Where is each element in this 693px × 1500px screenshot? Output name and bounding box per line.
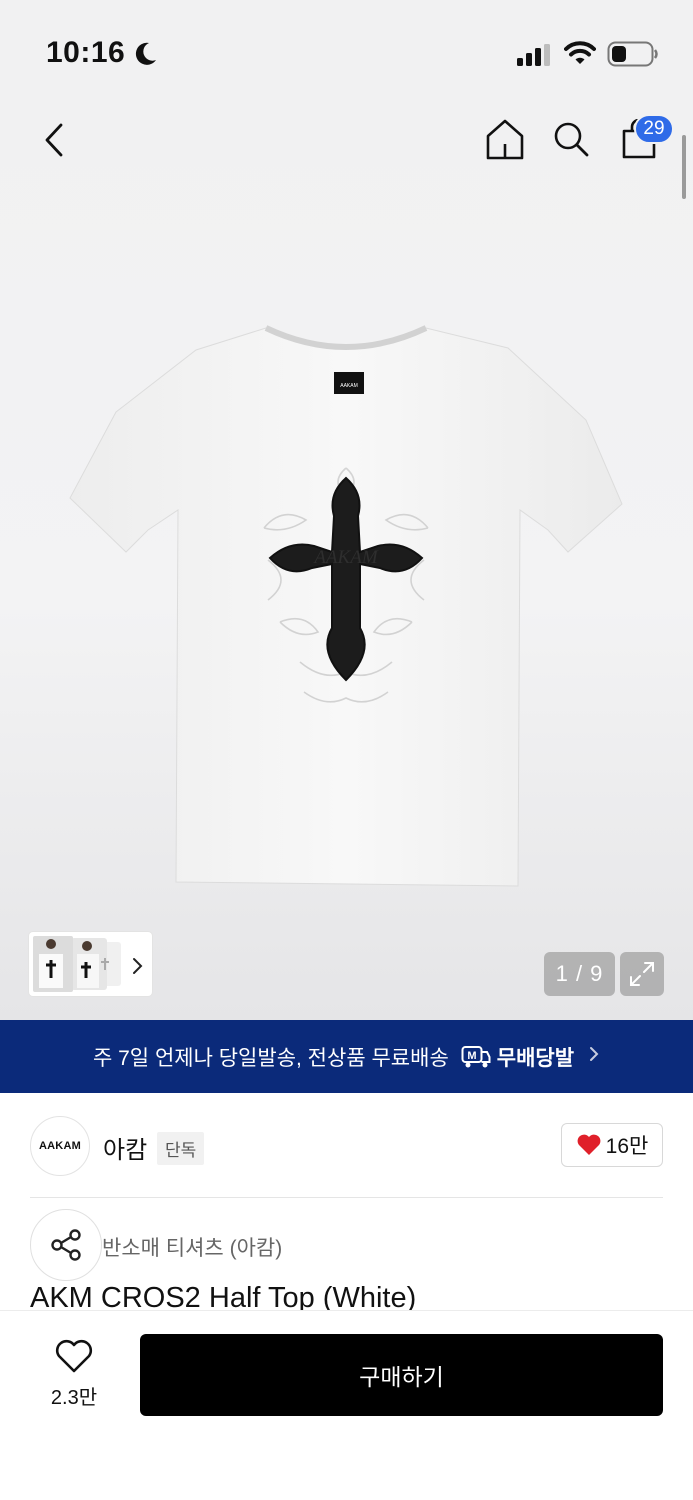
- search-button[interactable]: [548, 116, 594, 162]
- brand-name[interactable]: 아캄: [103, 1130, 147, 1165]
- status-time: 10:16: [46, 36, 126, 69]
- share-icon: [51, 1229, 81, 1261]
- print-text: AAKAM: [312, 547, 378, 568]
- heart-filled-icon: [577, 1134, 601, 1155]
- banner-logo: M 무배당발: [461, 1042, 574, 1072]
- divider: [30, 1197, 663, 1198]
- chevron-right-icon[interactable]: [130, 956, 146, 981]
- delivery-banner[interactable]: 주 7일 언제나 당일발송, 전상품 무료배송 M 무배당발: [0, 1020, 693, 1093]
- expand-icon: [630, 962, 654, 986]
- battery-icon: [607, 41, 659, 72]
- brand-row[interactable]: AAKAM 아캄 단독 16만: [0, 1094, 693, 1198]
- status-bar: 10:16: [0, 0, 693, 100]
- back-button[interactable]: [32, 118, 76, 162]
- bottom-action-bar: 2.3만 구매하기: [0, 1310, 693, 1500]
- search-icon: [554, 122, 589, 157]
- exclusive-badge: 단독: [157, 1132, 205, 1165]
- home-icon: [486, 119, 524, 160]
- moon-icon: [134, 41, 158, 72]
- neck-label: AAKAM: [340, 383, 358, 389]
- share-button[interactable]: [30, 1209, 102, 1281]
- delivery-truck-icon: M: [461, 1045, 491, 1067]
- expand-button[interactable]: [620, 952, 664, 996]
- svg-text:M: M: [467, 1050, 476, 1062]
- wifi-icon: [564, 41, 596, 70]
- banner-text: 주 7일 언제나 당일발송, 전상품 무료배송: [92, 1046, 449, 1070]
- banner-logo-text: 무배당발: [496, 1046, 575, 1070]
- heart-outline-icon: [55, 1339, 93, 1373]
- product-category[interactable]: 반소매 티셔츠 (아캄): [102, 1232, 282, 1262]
- brand-logo[interactable]: AAKAM: [30, 1116, 90, 1176]
- brand-like-button[interactable]: 16만: [561, 1123, 663, 1167]
- back-icon: [45, 123, 63, 157]
- buy-button[interactable]: 구매하기: [140, 1334, 663, 1416]
- scrollbar[interactable]: [682, 135, 686, 199]
- chevron-right-icon: [588, 1045, 600, 1069]
- product-image[interactable]: AAKAM AAKAM: [68, 320, 624, 890]
- brand-like-count: 16만: [605, 1135, 649, 1158]
- wishlist-button[interactable]: 2.3만: [40, 1339, 108, 1413]
- home-button[interactable]: [482, 116, 528, 162]
- signal-icon: [517, 44, 551, 71]
- wishlist-count: 2.3만: [50, 1387, 98, 1409]
- cart-count-badge: 29: [634, 114, 674, 144]
- image-counter: 1 / 9: [544, 952, 615, 996]
